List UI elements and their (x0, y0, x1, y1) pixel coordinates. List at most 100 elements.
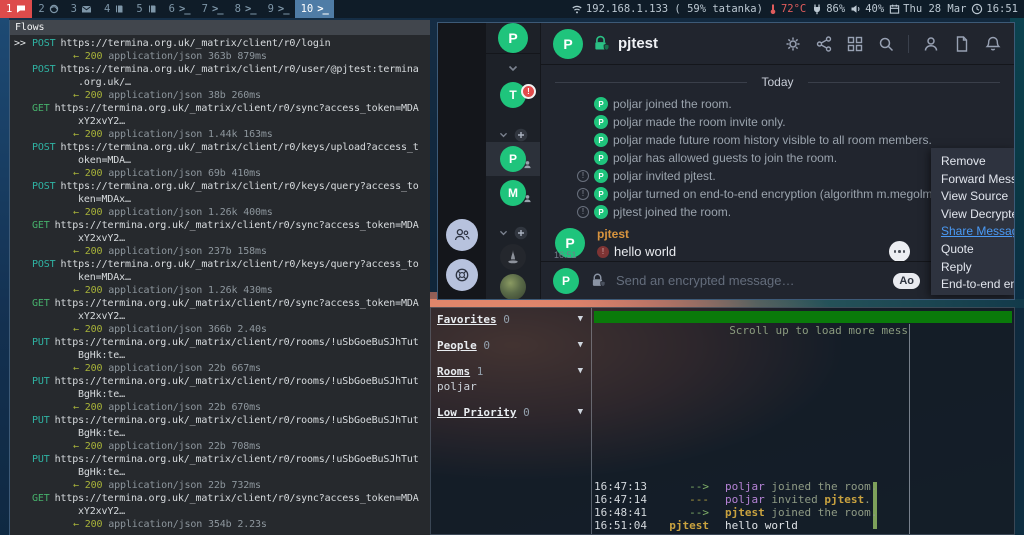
flow-row[interactable]: GEThttps://termina.org.uk/_matrix/client… (14, 102, 430, 115)
section-collapse[interactable] (508, 60, 518, 78)
section-header (499, 226, 528, 240)
menu-item-e2e-info[interactable]: End-to-end encry (941, 276, 1015, 294)
room-name: pjtest (618, 35, 658, 52)
flow-url-cont: BgHk:te… (14, 349, 430, 362)
composer-placeholder[interactable]: Send an encrypted message… (616, 273, 795, 288)
volume-status: 40% (850, 3, 884, 15)
room-avatar[interactable]: P (553, 29, 583, 59)
workspace-5[interactable]: 5 (130, 0, 162, 18)
log-line: 16:47:14 --- poljar invited pjtest. (594, 493, 877, 506)
flow-url: https://termina.org.uk/_matrix/client/r0… (55, 103, 419, 114)
flow-row[interactable]: GEThttps://termina.org.uk/_matrix/client… (14, 297, 430, 310)
workspace-3[interactable]: 3 (65, 0, 98, 18)
flow-url-cont: xY2xvY2… (14, 310, 430, 323)
search-icon[interactable] (877, 35, 895, 53)
flow-row[interactable]: POSThttps://termina.org.uk/_matrix/clien… (14, 258, 430, 271)
add-room-icon[interactable] (514, 128, 528, 142)
menu-item-forward[interactable]: Forward Message (941, 171, 1015, 189)
roomlist-section-favorites[interactable]: Favorites 0 ▼ (437, 313, 585, 326)
menu-item-remove[interactable]: Remove (941, 153, 1015, 171)
workspace-2[interactable]: 2 (32, 0, 64, 18)
workspace-8[interactable]: 8 >_ (229, 0, 262, 18)
message-options-button[interactable] (889, 241, 910, 261)
workspace-list: 1 2 3 4 5 6 >_ (0, 0, 334, 18)
menu-item-share-message[interactable]: Share Message (941, 223, 1015, 241)
flow-method: POST (32, 180, 55, 193)
room-list-pane: Favorites 0 ▼ People 0 ▼ Rooms 1 ▼ polja… (431, 308, 591, 534)
status-bar: 1 2 3 4 5 6 >_ (0, 0, 1024, 18)
room-avatar-statue[interactable] (486, 240, 540, 274)
flow-row[interactable]: POST https://termina.org.uk/_matrix/clien… (14, 141, 430, 154)
collapse-arrow-icon[interactable]: ▼ (578, 340, 583, 350)
log-line: 16:51:04 pjtest hello world (594, 519, 877, 532)
avatar: P (594, 133, 608, 147)
roomlist-section-rooms[interactable]: Rooms 1 ▼ poljar (437, 365, 585, 393)
flow-row[interactable]: PUThttps://termina.org.uk/_matrix/client… (14, 375, 430, 388)
user-avatar-slot[interactable]: P (486, 23, 540, 54)
share-icon[interactable] (815, 35, 833, 53)
flow-method: POST (32, 141, 55, 154)
chevron-down-icon[interactable] (499, 132, 508, 139)
flow-row[interactable]: >>POSThttps://termina.org.uk/_matrix/cli… (14, 37, 430, 50)
lifebuoy-icon (452, 265, 472, 285)
room-list-item[interactable]: poljar (437, 380, 585, 393)
menu-item-view-source[interactable]: View Source (941, 188, 1015, 206)
avatar: P (594, 169, 608, 183)
notifications-bell-icon[interactable] (984, 35, 1002, 53)
apps-grid-icon[interactable] (846, 35, 864, 53)
flow-url: https://termina.org.uk/_matrix/client/r0… (55, 298, 419, 309)
collapse-arrow-icon[interactable]: ▼ (578, 366, 583, 376)
log-timestamp: 16:47:13 (594, 480, 649, 493)
encrypted-lock-icon (591, 34, 610, 53)
workspace-9[interactable]: 9 >_ (262, 0, 295, 18)
files-icon[interactable] (953, 35, 971, 53)
workspace-1[interactable]: 1 (0, 0, 32, 18)
chevron-down-icon[interactable] (499, 230, 508, 237)
flow-row[interactable]: PUThttps://termina.org.uk/_matrix/client… (14, 336, 430, 349)
flow-url: https://termina.org.uk/_matrix/client/r0… (55, 454, 419, 465)
add-room-icon[interactable] (514, 226, 528, 240)
workspace-10[interactable]: 10 >_ (295, 0, 334, 18)
room-avatar-T[interactable]: T ! (486, 78, 540, 112)
flow-row[interactable]: GEThttps://termina.org.uk/_matrix/client… (14, 219, 430, 232)
help-button[interactable] (446, 259, 478, 291)
message-context-menu: Remove Forward Message View Source View … (931, 148, 1015, 295)
room-avatar-photo[interactable] (486, 274, 540, 300)
thermometer-icon (768, 3, 778, 15)
format-toggle-button[interactable]: Ao (893, 273, 920, 289)
flow-row[interactable]: PUThttps://termina.org.uk/_matrix/client… (14, 414, 430, 427)
flow-row[interactable]: PUThttps://termina.org.uk/_matrix/client… (14, 453, 430, 466)
workspace-7[interactable]: 7 >_ (196, 0, 229, 18)
people-icon (452, 225, 472, 245)
collapse-arrow-icon[interactable]: ▼ (578, 314, 583, 324)
roomlist-section-people[interactable]: People 0 ▼ (437, 339, 585, 352)
room-avatar-P-selected[interactable]: P (486, 142, 540, 176)
flow-response: ← 200 application/json 38b 260ms (14, 89, 430, 102)
flow-url: https://termina.org.uk/_matrix/client/r0… (60, 142, 418, 153)
workspace-6[interactable]: 6 >_ (163, 0, 196, 18)
flow-row[interactable]: GEThttps://termina.org.uk/_matrix/client… (14, 492, 430, 505)
message-text: hello world (614, 244, 676, 259)
state-event: Ppoljar made the room invite only. (577, 113, 1000, 131)
collapse-arrow-icon[interactable]: ▼ (578, 407, 583, 417)
log-timestamp: 16:47:14 (594, 493, 649, 506)
browser-icon (49, 4, 59, 14)
flow-row[interactable]: POSThttps://termina.org.uk/_matrix/clien… (14, 63, 430, 76)
flow-response: ← 200 application/json 22b 708ms (14, 440, 430, 453)
flow-url: https://termina.org.uk/_matrix/client/r0… (55, 415, 419, 426)
flow-method: POST (32, 258, 55, 271)
settings-gear-icon[interactable] (784, 35, 802, 53)
menu-item-view-decrypted-source[interactable]: View Decrypted S (941, 206, 1015, 224)
room-avatar-M[interactable]: M (486, 176, 540, 210)
people-button[interactable] (446, 219, 478, 251)
menu-item-quote[interactable]: Quote (941, 241, 1015, 259)
room-nav-sidebar: P T ! P M (486, 23, 541, 299)
workspace-4[interactable]: 4 (98, 0, 130, 18)
roomlist-section-low-priority[interactable]: Low Priority 0 ▼ (437, 406, 585, 419)
unencrypted-warning-icon: ! (577, 170, 589, 182)
menu-item-reply[interactable]: Reply (941, 259, 1015, 277)
flow-row[interactable]: POSThttps://termina.org.uk/_matrix/clien… (14, 180, 430, 193)
members-icon[interactable] (922, 35, 940, 53)
section-count: 0 (483, 339, 490, 352)
speaker-icon (850, 3, 862, 15)
